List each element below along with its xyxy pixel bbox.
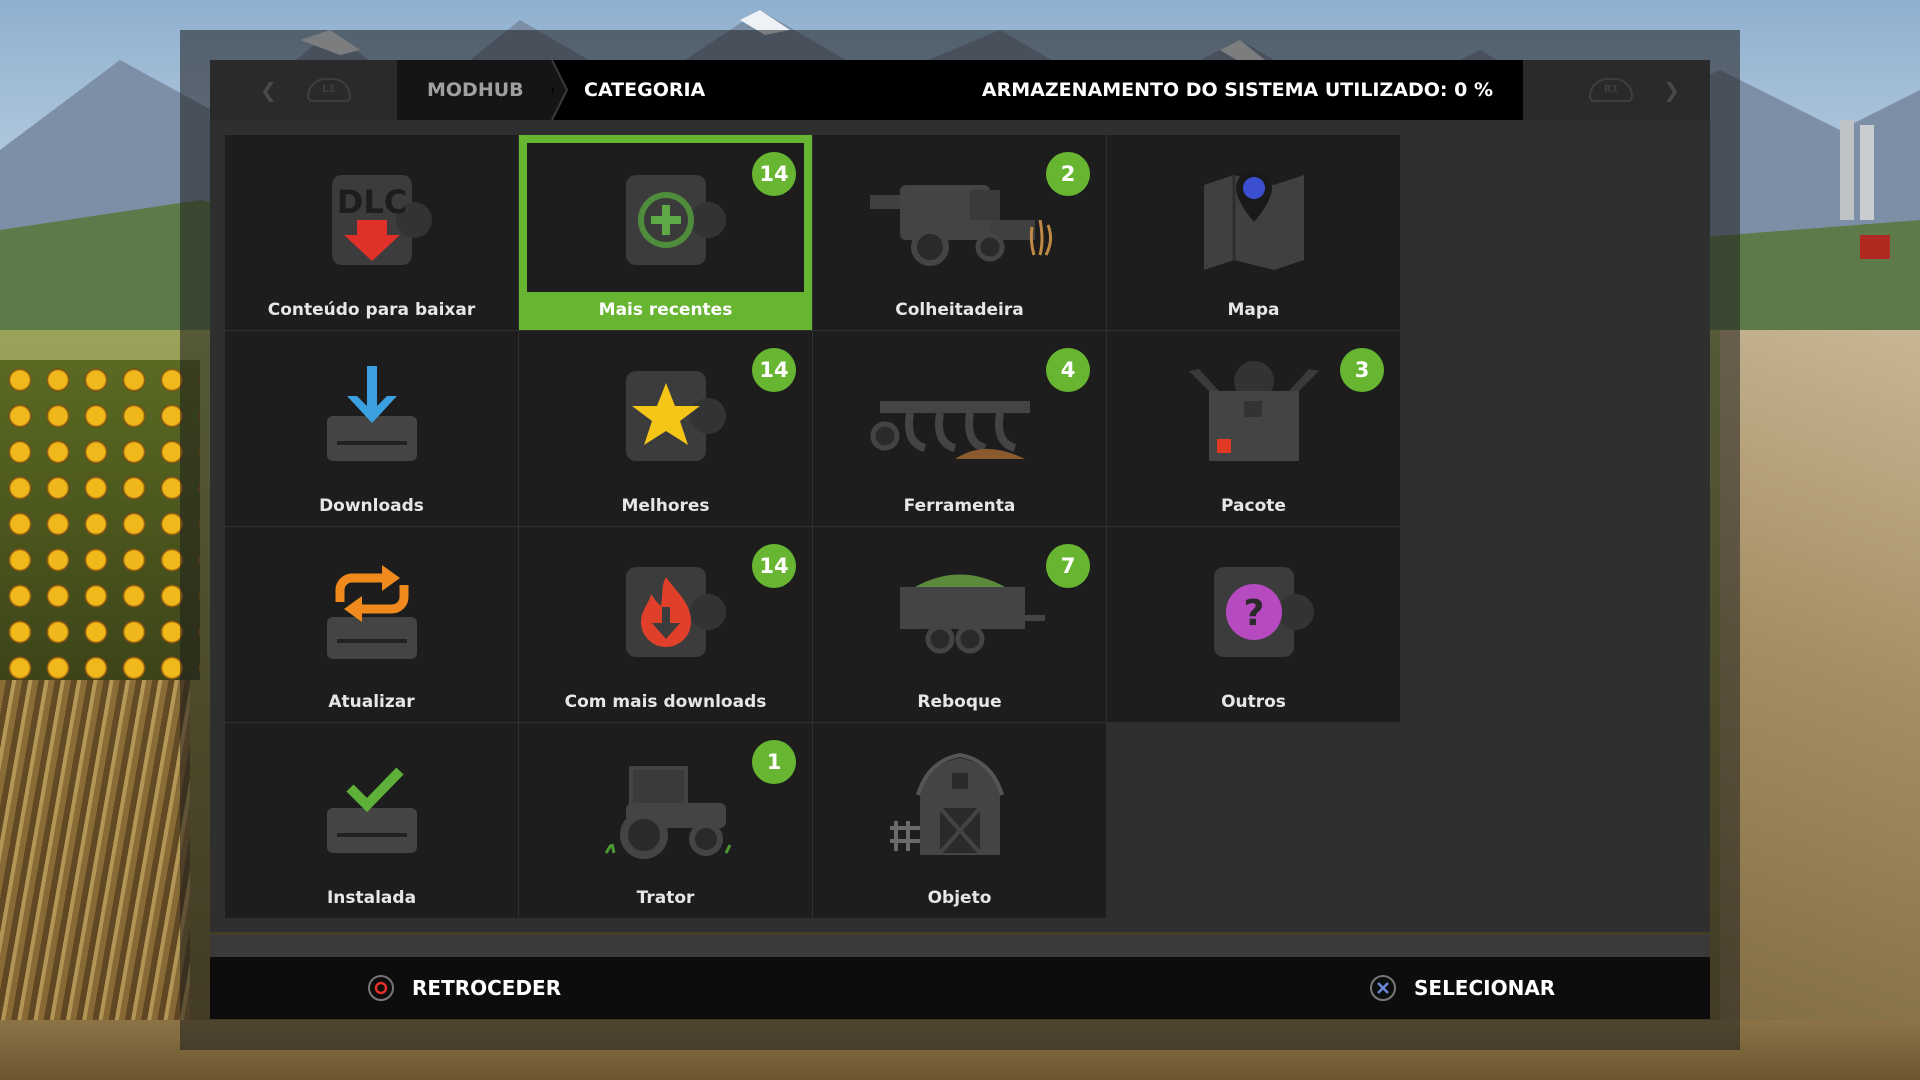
update-arrows-icon [225,557,518,667]
chevron-right-icon[interactable]: ❯ [1663,78,1680,102]
tile-package[interactable]: 3 Pacote [1107,331,1400,526]
tile-harvester[interactable]: 2 Colheitadeira [813,135,1106,330]
tile-label: Trator [636,888,695,908]
tile-label: Mais recentes [598,300,733,320]
svg-text:?: ? [1243,593,1264,634]
prev-page-nav[interactable]: ❮ L1 [260,60,351,120]
tile-label: Colheitadeira [895,300,1024,320]
tile-label: Melhores [621,496,710,516]
tile-label: Com mais downloads [564,692,767,712]
circle-button-icon [368,975,394,1001]
map-pin-icon [1107,165,1400,275]
count-badge: 3 [1340,348,1384,392]
tile-best[interactable]: 14 Melhores [519,331,812,526]
category-panel: DLC Conteúdo para baixar 14 Mais recente… [210,120,1710,932]
tile-others[interactable]: ? Outros [1107,527,1400,722]
tile-downloads[interactable]: Downloads [225,331,518,526]
tile-most-downloaded[interactable]: 14 Com mais downloads [519,527,812,722]
count-badge: 14 [752,348,796,392]
footer-bar: RETROCEDER SELECIONAR [210,957,1710,1019]
r1-button-icon[interactable]: R1 [1589,78,1634,102]
cross-button-icon [1370,975,1396,1001]
barn-icon [813,753,1106,863]
count-badge: 2 [1046,152,1090,196]
select-label: SELECIONAR [1414,976,1556,1000]
count-badge: 14 [752,152,796,196]
back-button[interactable]: RETROCEDER [368,957,561,1019]
tile-map[interactable]: Mapa [1107,135,1400,330]
breadcrumb-root[interactable]: MODHUB [397,60,552,120]
dlc-icon: DLC [225,165,518,275]
tile-label: Conteúdo para baixar [267,300,476,320]
grid-scrollbar[interactable] [210,935,1710,957]
tile-label: Outros [1221,692,1286,712]
back-label: RETROCEDER [412,976,562,1000]
tile-label: Atualizar [328,692,415,712]
breadcrumb: MODHUB CATEGORIA ARMAZENAMENTO DO SISTEM… [397,60,1523,120]
count-badge: 14 [752,544,796,588]
chevron-left-icon[interactable]: ❮ [260,78,277,102]
question-icon: ? [1107,557,1400,667]
tile-label: Ferramenta [903,496,1016,516]
tile-label: Reboque [917,692,1002,712]
tile-label: Downloads [319,496,424,516]
next-page-nav[interactable]: R1 ❯ [1589,60,1680,120]
count-badge: 7 [1046,544,1090,588]
tile-installed[interactable]: Instalada [225,723,518,918]
download-arrow-icon [225,361,518,471]
storage-usage-text: ARMAZENAMENTO DO SISTEMA UTILIZADO: 0 % [981,79,1493,101]
breadcrumb-separator-icon [539,60,569,120]
tile-update[interactable]: Atualizar [225,527,518,722]
l1-button-icon[interactable]: L1 [306,78,351,102]
tile-most-recent[interactable]: 14 Mais recentes [519,135,812,330]
tile-tractor[interactable]: 1 Trator [519,723,812,918]
tile-label: Objeto [927,888,992,908]
tile-dlc[interactable]: DLC Conteúdo para baixar [225,135,518,330]
tile-trailer[interactable]: 7 Reboque [813,527,1106,722]
tile-label: Mapa [1227,300,1280,320]
tile-object[interactable]: Objeto [813,723,1106,918]
tile-label: Instalada [326,888,417,908]
count-badge: 1 [752,740,796,784]
breadcrumb-current: CATEGORIA [584,79,706,101]
tile-tool[interactable]: 4 Ferramenta [813,331,1106,526]
count-badge: 4 [1046,348,1090,392]
svg-text:DLC: DLC [336,183,406,221]
header-bar: ❮ L1 MODHUB CATEGORIA ARMAZENAMENTO DO S… [210,60,1710,120]
installed-check-icon [225,753,518,863]
select-button[interactable]: SELECIONAR [1370,957,1555,1019]
tile-label: Pacote [1221,496,1286,516]
